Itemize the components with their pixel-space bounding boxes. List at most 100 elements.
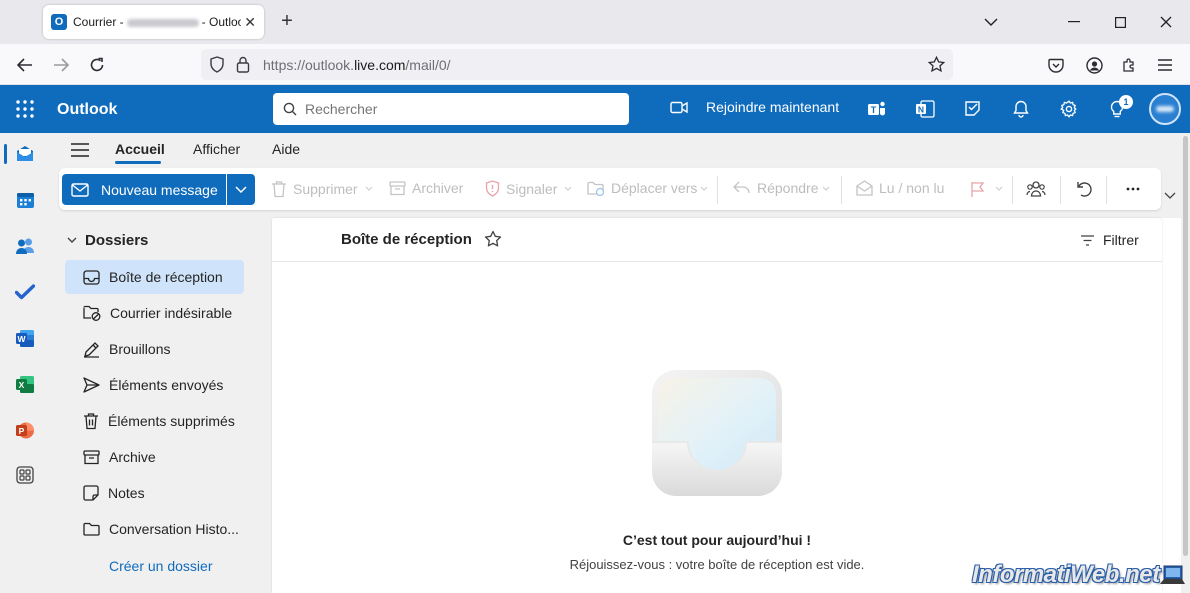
bookmark-star-icon[interactable]: [928, 56, 945, 73]
reply-label: Répondre: [757, 180, 819, 196]
browser-tab-bar: O Courrier - - Outlook ✕ +: [0, 0, 1190, 44]
word-app-icon[interactable]: W: [14, 327, 36, 349]
page-scrollbar-thumb[interactable]: [1183, 136, 1188, 556]
create-folder-link[interactable]: Créer un dossier: [109, 558, 213, 574]
search-input[interactable]: [305, 101, 605, 117]
trash-icon: [271, 180, 287, 198]
minimize-icon[interactable]: [1064, 12, 1084, 32]
archive-button[interactable]: Archiver: [389, 180, 463, 196]
folder-label: Courrier indésirable: [110, 305, 233, 321]
junk-icon: [83, 305, 101, 321]
folder-archive[interactable]: Archive: [65, 440, 244, 474]
url-path: /mail/0/: [405, 57, 451, 73]
account-icon[interactable]: [1083, 54, 1105, 76]
reply-button[interactable]: Répondre: [733, 180, 819, 196]
toolbar-divider: [1060, 176, 1061, 204]
delete-button[interactable]: Supprimer: [271, 180, 358, 198]
active-tab-underline: [115, 161, 161, 164]
lock-icon[interactable]: [236, 56, 250, 73]
report-button[interactable]: Signaler: [485, 180, 557, 197]
folder-conversation-history[interactable]: Conversation Histo...: [65, 512, 244, 546]
app-launcher-icon[interactable]: [15, 99, 35, 119]
new-tab-plus-icon[interactable]: +: [277, 11, 297, 33]
tab-accueil[interactable]: Accueil: [115, 141, 165, 157]
read-unread-button[interactable]: Lu / non lu: [856, 180, 944, 196]
close-window-icon[interactable]: [1156, 12, 1176, 32]
todo-note-icon[interactable]: [963, 99, 983, 119]
teams-icon[interactable]: T: [867, 99, 887, 119]
powerpoint-app-icon[interactable]: P: [14, 419, 36, 441]
more-apps-icon[interactable]: [14, 464, 36, 486]
groups-icon[interactable]: [1026, 180, 1046, 198]
folder-notes[interactable]: Notes: [65, 476, 244, 510]
url-prefix: https://outlook.: [263, 57, 355, 73]
notes-icon: [83, 485, 99, 501]
search-box[interactable]: [273, 93, 629, 125]
address-bar[interactable]: https://outlook.live.com/mail/0/: [201, 49, 953, 80]
outlook-header: Outlook Rejoindre maintenant T N: [0, 85, 1190, 133]
report-label: Signaler: [506, 180, 558, 197]
move-to-button[interactable]: Déplacer vers: [587, 180, 697, 196]
hamburger-menu-icon[interactable]: [71, 142, 89, 158]
folders-header-label: Dossiers: [85, 232, 149, 249]
empty-state-title: C’est tout pour aujourd’hui !: [622, 532, 812, 548]
url-text[interactable]: https://outlook.live.com/mail/0/: [263, 57, 451, 73]
join-meeting-label: Rejoindre maintenant: [706, 99, 840, 115]
folder-label: Éléments envoyés: [109, 377, 224, 393]
folder-label: Éléments supprimés: [108, 413, 235, 429]
drafts-icon: [83, 341, 100, 358]
archive-label: Archiver: [412, 180, 464, 196]
todo-app-icon[interactable]: [14, 281, 36, 303]
calendar-app-icon[interactable]: [14, 189, 36, 211]
join-meeting-button[interactable]: Rejoindre maintenant: [670, 99, 839, 115]
folder-label: Conversation Histo...: [109, 521, 239, 537]
folder-drafts[interactable]: Brouillons: [65, 332, 244, 366]
flag-chevron-icon[interactable]: [995, 186, 1003, 192]
tab-title: Courrier - - Outlook: [73, 15, 241, 29]
maximize-icon[interactable]: [1110, 12, 1130, 32]
message-list-pane: Boîte de réception Filtrer C’est tout po…: [272, 218, 1162, 593]
folder-junk[interactable]: Courrier indésirable: [65, 296, 244, 330]
folder-label: Boîte de réception: [109, 269, 223, 285]
undo-icon[interactable]: [1076, 181, 1093, 197]
more-options-icon[interactable]: [1126, 187, 1140, 191]
folder-inbox[interactable]: Boîte de réception: [65, 260, 244, 294]
browser-tab[interactable]: O Courrier - - Outlook ✕: [43, 5, 264, 39]
new-message-dropdown[interactable]: [227, 174, 255, 205]
gear-icon[interactable]: [1059, 99, 1079, 119]
header-divider: [272, 261, 1162, 262]
avatar[interactable]: [1149, 93, 1181, 125]
reload-icon[interactable]: [86, 54, 108, 76]
filter-button[interactable]: Filtrer: [1080, 232, 1139, 248]
move-chevron-icon[interactable]: [700, 186, 708, 192]
ribbon-expand-chevron-icon[interactable]: [1164, 192, 1176, 200]
report-chevron-icon[interactable]: [564, 186, 572, 192]
onenote-icon[interactable]: N: [915, 99, 935, 119]
mail-app-icon[interactable]: [14, 143, 36, 165]
people-app-icon[interactable]: [14, 235, 36, 257]
back-arrow-icon[interactable]: [14, 54, 36, 76]
extensions-icon[interactable]: [1118, 54, 1140, 76]
tab-afficher[interactable]: Afficher: [193, 141, 240, 157]
svg-text:T: T: [871, 105, 877, 115]
folders-header[interactable]: Dossiers: [67, 232, 148, 249]
folder-deleted[interactable]: Éléments supprimés: [65, 404, 244, 438]
folder-sent[interactable]: Éléments envoyés: [65, 368, 244, 402]
tab-list-chevron-icon[interactable]: [981, 12, 1001, 32]
tab-aide[interactable]: Aide: [272, 141, 300, 157]
filter-icon: [1080, 234, 1095, 246]
bell-icon[interactable]: [1011, 99, 1031, 119]
menu-icon[interactable]: [1154, 54, 1176, 76]
tab-close-icon[interactable]: ✕: [244, 14, 256, 31]
delete-chevron-icon[interactable]: [365, 186, 373, 192]
excel-app-icon[interactable]: X: [14, 373, 36, 395]
reply-chevron-icon[interactable]: [822, 186, 830, 192]
new-message-button[interactable]: Nouveau message: [62, 174, 226, 205]
pocket-icon[interactable]: [1045, 54, 1067, 76]
outlook-brand[interactable]: Outlook: [57, 101, 117, 119]
shield-icon[interactable]: [209, 56, 225, 73]
flag-icon[interactable]: [970, 181, 986, 198]
forward-arrow-icon[interactable]: [50, 54, 72, 76]
favorite-star-icon[interactable]: [484, 230, 502, 248]
search-icon: [283, 102, 297, 116]
